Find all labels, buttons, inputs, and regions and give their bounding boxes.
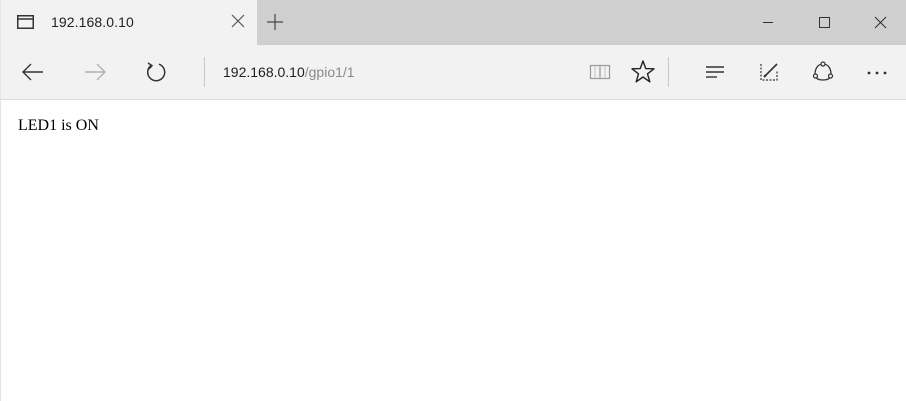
maximize-icon[interactable] [799,0,849,45]
close-window-icon[interactable] [855,0,905,45]
share-icon[interactable] [809,58,837,86]
minimize-icon[interactable] [743,0,793,45]
pen-icon[interactable] [755,58,783,86]
url-path: /gpio1/1 [304,64,355,80]
page-icon [17,15,34,29]
browser-window: 192.168.0.10 192.168.0.10/gpio1/1 LED1 i… [0,0,906,401]
book-icon[interactable] [586,58,614,86]
refresh-icon[interactable] [142,58,170,86]
toolbar-divider [204,57,205,87]
led-status-text: LED1 is ON [18,117,99,134]
star-icon[interactable] [629,58,657,86]
url-host: 192.168.0.10 [223,64,305,80]
tab-close-icon[interactable] [229,12,247,30]
page-content: LED1 is ON [1,100,906,401]
navigation-toolbar: 192.168.0.10/gpio1/1 [1,45,906,100]
hub-icon[interactable] [701,58,729,86]
arrow-left-icon[interactable] [19,58,47,86]
address-bar[interactable]: 192.168.0.10/gpio1/1 [223,64,355,80]
toolbar-divider [668,57,669,87]
title-bar: 192.168.0.10 [1,0,906,45]
more-icon[interactable] [863,58,891,86]
arrow-right-icon[interactable] [81,58,109,86]
new-tab-plus-icon[interactable] [264,11,286,33]
tab-title: 192.168.0.10 [51,14,134,30]
browser-tab[interactable]: 192.168.0.10 [1,0,257,45]
